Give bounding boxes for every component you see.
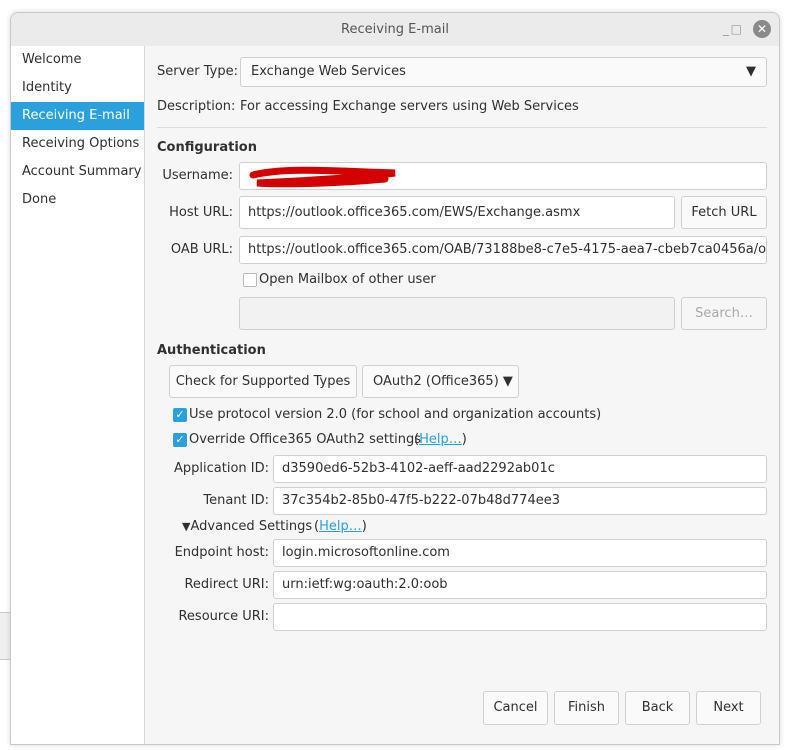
override-label: Override Office365 OAuth2 settings bbox=[189, 432, 421, 447]
use-v2-label: Use protocol version 2.0 (for school and… bbox=[189, 407, 602, 422]
open-mailbox-label: Open Mailbox of other user bbox=[259, 272, 436, 287]
server-type-select[interactable]: Exchange Web Services ▼ bbox=[240, 57, 767, 87]
back-button[interactable]: Back bbox=[625, 691, 690, 725]
description-label: Description: bbox=[157, 99, 236, 114]
sidebar-item-receiving-email[interactable]: Receiving E-mail bbox=[11, 102, 144, 130]
maximize-button[interactable]: □ bbox=[731, 13, 742, 46]
oab-url-label: OAB URL: bbox=[170, 242, 233, 257]
other-user-input[interactable] bbox=[239, 297, 675, 330]
sidebar-item-receiving-options[interactable]: Receiving Options bbox=[11, 130, 144, 158]
username-label: Username: bbox=[162, 168, 233, 183]
separator bbox=[157, 127, 767, 128]
chevron-down-icon: ▼ bbox=[502, 374, 513, 389]
app-id-label: Application ID: bbox=[174, 461, 269, 476]
title-bar: Receiving E-mail _ □ ✕ bbox=[11, 13, 779, 46]
sidebar-item-done[interactable]: Done bbox=[11, 186, 144, 214]
redirect-uri-label: Redirect URI: bbox=[184, 577, 269, 592]
configuration-heading: Configuration bbox=[157, 140, 257, 155]
next-button[interactable]: Next bbox=[696, 691, 761, 725]
advanced-help-link[interactable]: Help… bbox=[319, 519, 362, 534]
use-v2-checkbox[interactable]: ✓ bbox=[173, 408, 187, 422]
check-supported-types-button[interactable]: Check for Supported Types bbox=[169, 365, 357, 398]
override-help-link[interactable]: Help… bbox=[419, 432, 462, 447]
server-type-value: Exchange Web Services bbox=[251, 64, 406, 79]
redirect-uri-input[interactable]: urn:ietf:wg:oauth:2.0:oob bbox=[273, 571, 767, 599]
sidebar-item-identity[interactable]: Identity bbox=[11, 74, 144, 102]
app-id-input[interactable]: d3590ed6-52b3-4102-aeff-aad2292ab01c bbox=[273, 455, 767, 483]
override-help: (Help…) bbox=[414, 432, 467, 447]
redaction-scribble bbox=[249, 166, 396, 188]
endpoint-host-input[interactable]: login.microsoftonline.com bbox=[273, 539, 767, 567]
host-url-label: Host URL: bbox=[169, 205, 233, 220]
fetch-url-button[interactable]: Fetch URL bbox=[681, 196, 767, 229]
host-url-input[interactable]: https://outlook.office365.com/EWS/Exchan… bbox=[239, 196, 675, 229]
authentication-heading: Authentication bbox=[157, 343, 266, 358]
open-mailbox-checkbox[interactable] bbox=[243, 273, 257, 287]
advanced-settings-expander[interactable]: ▼Advanced Settings bbox=[182, 519, 312, 534]
close-button[interactable]: ✕ bbox=[753, 20, 771, 38]
advanced-settings-label: Advanced Settings bbox=[190, 519, 313, 534]
tenant-id-label: Tenant ID: bbox=[203, 493, 269, 508]
auth-method-select[interactable]: OAuth2 (Office365) ▼ bbox=[362, 365, 519, 398]
tenant-id-input[interactable]: 37c354b2-85b0-47f5-b222-07b48d774ee3 bbox=[273, 487, 767, 515]
override-checkbox[interactable]: ✓ bbox=[173, 433, 187, 447]
advanced-help: (Help…) bbox=[314, 519, 367, 534]
search-button[interactable]: Search… bbox=[681, 297, 767, 330]
finish-button[interactable]: Finish bbox=[554, 691, 619, 725]
server-type-label: Server Type: bbox=[157, 64, 239, 79]
cancel-button[interactable]: Cancel bbox=[483, 691, 548, 725]
sidebar-item-welcome[interactable]: Welcome bbox=[11, 46, 144, 74]
window-title: Receiving E-mail bbox=[341, 22, 449, 37]
chevron-down-icon: ▼ bbox=[746, 64, 756, 79]
background-window bbox=[0, 612, 10, 660]
minimize-button[interactable]: _ bbox=[723, 13, 729, 46]
resource-uri-input[interactable] bbox=[273, 603, 767, 631]
sidebar-item-account-summary[interactable]: Account Summary bbox=[11, 158, 144, 186]
oab-url-input[interactable]: https://outlook.office365.com/OAB/73188b… bbox=[239, 236, 767, 264]
wizard-steps: Welcome Identity Receiving E-mail Receiv… bbox=[11, 46, 145, 744]
endpoint-host-label: Endpoint host: bbox=[174, 545, 269, 560]
description-value: For accessing Exchange servers using Web… bbox=[240, 99, 579, 114]
auth-method-value: OAuth2 (Office365) bbox=[373, 374, 499, 389]
resource-uri-label: Resource URI: bbox=[178, 609, 269, 624]
